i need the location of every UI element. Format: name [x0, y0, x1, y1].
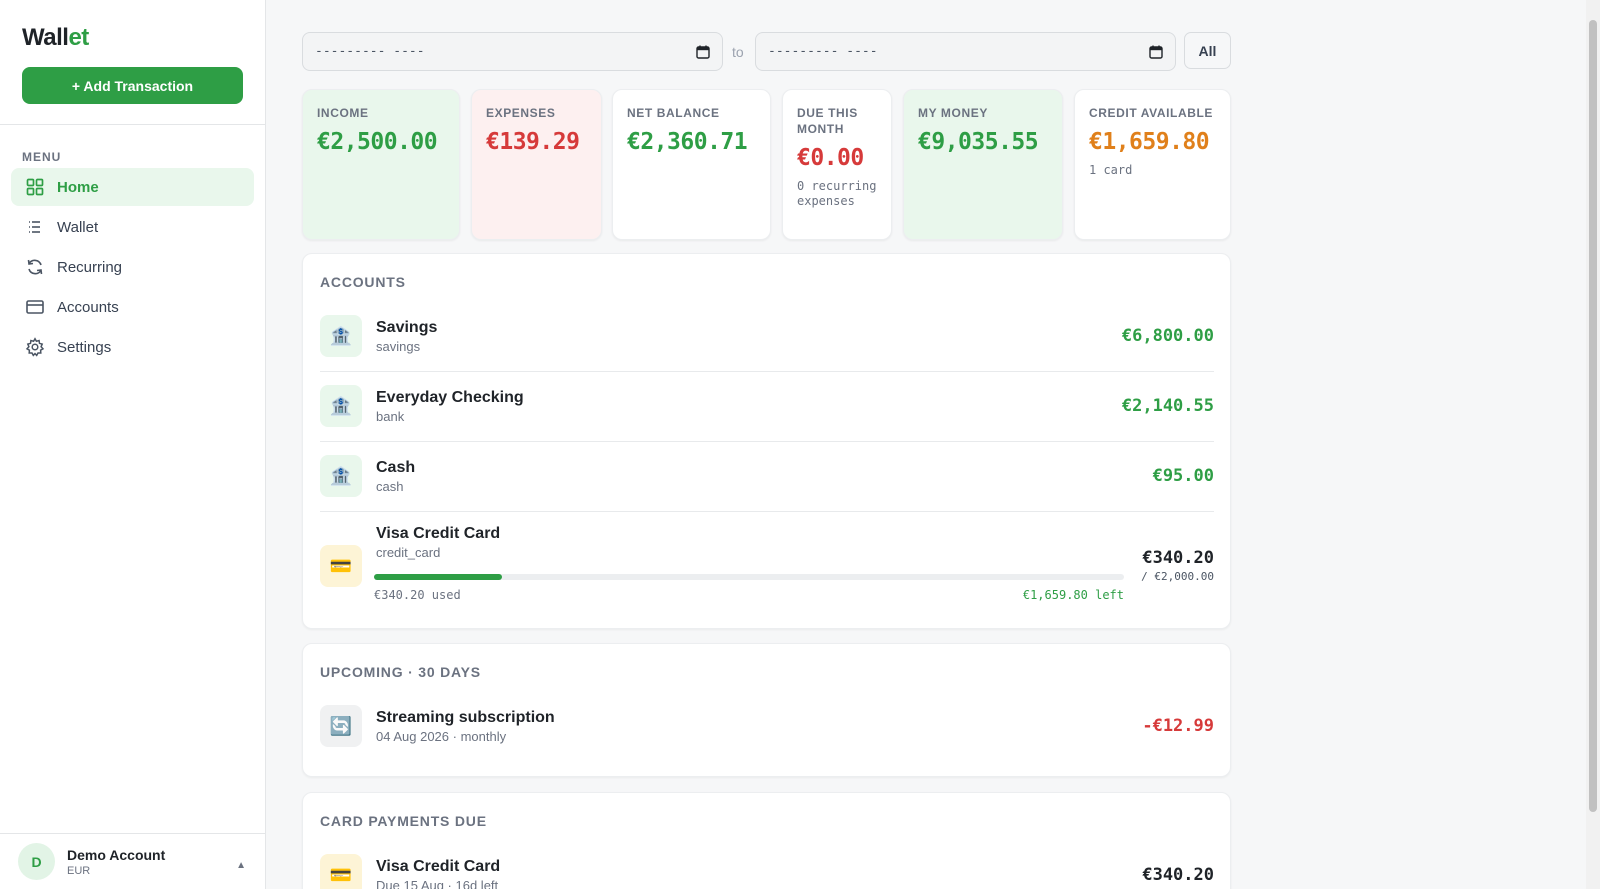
credit-usage-fill — [374, 574, 502, 580]
bank-icon: 🏦 — [320, 385, 362, 427]
list-icon — [25, 217, 45, 237]
card-limit: / €2,000.00 — [1141, 570, 1214, 583]
list-item[interactable]: 🏦 Everyday Checking bank €2,140.55 — [320, 385, 1214, 427]
credit-card-icon: 💳 — [320, 545, 362, 587]
all-dates-button[interactable]: All — [1184, 32, 1231, 69]
credit-usage-bar — [374, 574, 1124, 580]
date-from-input[interactable]: --------- ---- — [302, 32, 723, 71]
sidebar-item-label: Recurring — [57, 258, 123, 276]
bank-icon: 🏦 — [320, 455, 362, 497]
divider — [320, 441, 1214, 442]
stat-card-my-money: MY MONEY €9,035.55 — [903, 89, 1063, 240]
date-to-input[interactable]: --------- ---- — [755, 32, 1176, 71]
scrollbar-thumb[interactable] — [1589, 20, 1597, 812]
calendar-icon[interactable] — [1149, 45, 1163, 59]
sidebar-item-settings[interactable]: Settings — [11, 328, 254, 366]
account-amount: €2,140.55 — [1121, 396, 1214, 416]
add-transaction-button[interactable]: + Add Transaction — [22, 67, 243, 104]
stat-card-credit-available: CREDIT AVAILABLE €1,659.80 1 card — [1074, 89, 1231, 240]
credit-left-text: €1,659.80 left — [1022, 588, 1124, 602]
grid-icon — [25, 177, 45, 197]
panel-title: CARD PAYMENTS DUE — [320, 813, 487, 829]
card-balance: €340.20 — [1142, 548, 1214, 568]
account-switcher[interactable]: D Demo Account EUR ▲ — [0, 833, 266, 889]
date-range-separator: to — [732, 44, 744, 60]
bank-icon: 🏦 — [320, 315, 362, 357]
menu-label: MENU — [22, 150, 62, 164]
card-payments-panel: CARD PAYMENTS DUE 💳 Visa Credit Card Due… — [302, 792, 1231, 889]
divider — [320, 511, 1214, 512]
stat-card-due-this-month: DUE THIS MONTH €0.00 0 recurring expense… — [782, 89, 892, 240]
avatar: D — [18, 843, 55, 880]
sidebar-item-wallet[interactable]: Wallet — [11, 208, 254, 246]
sidebar-item-accounts[interactable]: Accounts — [11, 288, 254, 326]
list-item[interactable]: 🏦 Cash cash €95.00 — [320, 455, 1214, 497]
sidebar-item-label: Home — [57, 178, 99, 196]
calendar-icon[interactable] — [696, 45, 710, 59]
sidebar: Wallet + Add Transaction MENU Home Walle… — [0, 0, 266, 889]
list-item[interactable]: 🔄 Streaming subscription 04 Aug 2026 · m… — [320, 705, 1214, 747]
stat-card-income: INCOME €2,500.00 — [302, 89, 460, 240]
account-amount: €6,800.00 — [1121, 326, 1214, 346]
sidebar-item-home[interactable]: Home — [11, 168, 254, 206]
sidebar-item-recurring[interactable]: Recurring — [11, 248, 254, 286]
account-name: Demo Account — [67, 846, 166, 863]
scrollbar[interactable] — [1586, 0, 1600, 889]
credit-card-icon — [25, 297, 45, 317]
upcoming-panel: UPCOMING · 30 DAYS 🔄 Streaming subscript… — [302, 643, 1231, 777]
accounts-panel: ACCOUNTS 🏦 Savings savings €6,800.00 🏦 E… — [302, 253, 1231, 629]
sidebar-item-label: Wallet — [57, 218, 99, 236]
divider — [320, 371, 1214, 372]
account-amount: €95.00 — [1152, 466, 1214, 486]
main-content: --------- ---- to --------- ---- All INC… — [266, 0, 1572, 889]
list-item[interactable]: 💳 Visa Credit Card Due 15 Aug · 16d left… — [320, 854, 1214, 889]
stat-card-net-balance: NET BALANCE €2,360.71 — [612, 89, 771, 240]
panel-title: UPCOMING · 30 DAYS — [320, 664, 481, 680]
caret-up-icon: ▲ — [236, 860, 246, 871]
sidebar-item-label: Settings — [57, 338, 112, 356]
account-currency: EUR — [67, 864, 91, 877]
sidebar-item-label: Accounts — [57, 298, 119, 316]
refresh-icon — [25, 257, 45, 277]
upcoming-amount: -€12.99 — [1142, 716, 1214, 736]
credit-card-icon: 💳 — [320, 854, 362, 889]
list-item-credit-card[interactable]: 💳 Visa Credit Card credit_card €340.20 u… — [320, 525, 1214, 605]
recurring-icon: 🔄 — [320, 705, 362, 747]
stat-card-expenses: EXPENSES €139.29 — [471, 89, 602, 240]
brand-logo[interactable]: Wallet — [22, 24, 89, 52]
list-item[interactable]: 🏦 Savings savings €6,800.00 — [320, 315, 1214, 357]
card-payment-amount: €340.20 — [1142, 865, 1214, 885]
gear-icon — [25, 337, 45, 357]
panel-title: ACCOUNTS — [320, 274, 406, 290]
sidebar-divider — [0, 124, 266, 125]
sidebar-nav: Home Wallet Recurring Accounts Settings — [11, 168, 254, 368]
